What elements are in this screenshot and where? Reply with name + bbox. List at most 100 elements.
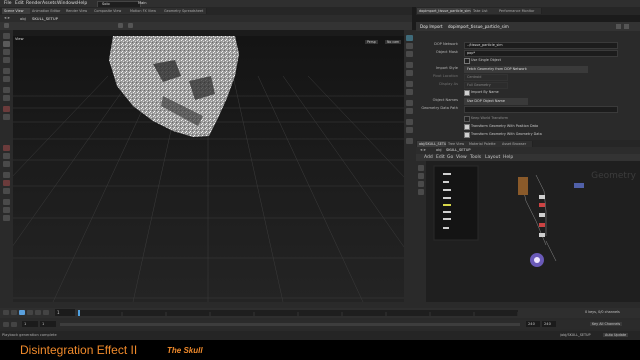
network-menu-view[interactable]: View bbox=[456, 155, 467, 160]
paint-icon[interactable] bbox=[3, 145, 10, 151]
range-end-field-2[interactable]: 240 bbox=[542, 321, 556, 327]
tab-geometry-spreadsheet[interactable]: Geometry Spreadsheet bbox=[162, 8, 207, 14]
snap-grid-icon[interactable] bbox=[3, 114, 10, 120]
output-node[interactable] bbox=[539, 233, 545, 237]
network-path-obj[interactable]: obj bbox=[436, 148, 441, 152]
display-mode-icon[interactable] bbox=[406, 35, 413, 41]
transform-position-checkbox[interactable] bbox=[464, 124, 470, 130]
tab-take-list[interactable]: Take List bbox=[471, 8, 498, 14]
menu-edit[interactable]: Edit bbox=[15, 1, 24, 6]
light-icon[interactable] bbox=[3, 172, 10, 178]
network-box[interactable] bbox=[433, 165, 479, 241]
normals-icon[interactable] bbox=[406, 70, 413, 76]
eye-icon[interactable] bbox=[3, 199, 10, 205]
record-icon[interactable] bbox=[3, 106, 10, 112]
select-tool-icon[interactable] bbox=[4, 23, 9, 28]
audio-icon[interactable] bbox=[3, 322, 9, 327]
lock-icon[interactable] bbox=[3, 215, 10, 221]
frame-ruler[interactable] bbox=[77, 310, 519, 316]
convert-node[interactable] bbox=[539, 203, 545, 207]
points-icon[interactable] bbox=[406, 62, 413, 68]
import-by-name-checkbox[interactable] bbox=[464, 90, 470, 96]
menu-windows[interactable]: Windows bbox=[57, 1, 77, 6]
range-start-field[interactable]: 1 bbox=[22, 321, 38, 327]
network-back-icon[interactable]: ◂ ▸ bbox=[420, 148, 426, 153]
tab-performance-monitor[interactable]: Performance Monitor bbox=[497, 8, 542, 14]
menu-help[interactable]: Help bbox=[77, 1, 87, 6]
select-icon[interactable] bbox=[3, 33, 10, 39]
range-end-field[interactable]: 240 bbox=[526, 321, 540, 327]
network-list-icon[interactable] bbox=[418, 189, 424, 195]
lighting-icon[interactable] bbox=[406, 81, 413, 87]
network-menu-layout[interactable]: Layout bbox=[485, 155, 500, 160]
pose-icon[interactable] bbox=[3, 76, 10, 82]
menu-assets[interactable]: Assets bbox=[42, 1, 57, 6]
network-path-node[interactable]: SKULL_SETUP bbox=[446, 148, 471, 152]
transform-geometry-checkbox[interactable] bbox=[464, 132, 470, 138]
hide-icon[interactable] bbox=[3, 207, 10, 213]
tab-animation-editor[interactable]: Animation Editor bbox=[30, 8, 65, 14]
object-names-menu[interactable]: Use DOP Object Name bbox=[464, 98, 528, 105]
dopnet-node[interactable] bbox=[518, 177, 528, 195]
ghost-icon[interactable] bbox=[406, 119, 413, 125]
display-as-menu[interactable]: Full Geometry bbox=[464, 82, 508, 89]
play-button[interactable] bbox=[19, 310, 25, 315]
tab-composite-view[interactable]: Composite View bbox=[92, 8, 129, 14]
network-menu-go[interactable]: Go bbox=[447, 155, 453, 160]
handle-icon[interactable] bbox=[3, 68, 10, 74]
node-graph[interactable]: Geometry bbox=[426, 161, 640, 302]
persp-menu[interactable]: Persp bbox=[365, 40, 378, 44]
camera-icon[interactable] bbox=[3, 180, 10, 186]
display-options-icon[interactable] bbox=[118, 23, 123, 28]
transform-node[interactable] bbox=[539, 213, 545, 217]
scale-icon[interactable] bbox=[3, 57, 10, 63]
import-style-menu[interactable]: Fetch Geometry from DOP Network bbox=[464, 66, 588, 73]
snap-icon[interactable] bbox=[128, 23, 133, 28]
network-menu-edit[interactable]: Edit bbox=[436, 155, 445, 160]
range-start-field-2[interactable]: 1 bbox=[40, 321, 56, 327]
use-single-object-checkbox[interactable] bbox=[464, 58, 470, 64]
shaded-icon[interactable] bbox=[406, 51, 413, 57]
gear-icon[interactable] bbox=[616, 24, 621, 29]
auto-update-button[interactable]: Auto Update bbox=[603, 333, 629, 337]
step-back-button[interactable] bbox=[11, 310, 17, 315]
wireframe-icon[interactable] bbox=[406, 43, 413, 49]
camera-menu[interactable]: No cam bbox=[385, 40, 402, 44]
render-icon[interactable] bbox=[3, 188, 10, 194]
dop-network-field[interactable]: ../tissue_particle_sim bbox=[464, 42, 618, 49]
shadows-icon[interactable] bbox=[406, 89, 413, 95]
guides-icon[interactable] bbox=[406, 108, 413, 114]
loop-button[interactable] bbox=[43, 310, 49, 315]
pin-icon[interactable] bbox=[406, 138, 413, 144]
merge-node[interactable] bbox=[539, 223, 545, 227]
tab-render-view[interactable]: Render View bbox=[64, 8, 93, 14]
geometry-data-path-field[interactable] bbox=[464, 106, 618, 113]
path-obj[interactable]: obj bbox=[20, 16, 26, 21]
path-node[interactable]: SKULL_SETUP bbox=[32, 16, 58, 21]
playhead[interactable] bbox=[78, 310, 80, 316]
group-icon[interactable] bbox=[3, 161, 10, 167]
key-all-channels-button[interactable]: Key All Channels bbox=[590, 322, 623, 326]
range-slider[interactable] bbox=[60, 323, 520, 326]
frame-field[interactable]: 1 bbox=[55, 309, 75, 316]
tab-scene-view[interactable]: Scene View bbox=[2, 8, 31, 14]
rotate-icon[interactable] bbox=[3, 49, 10, 55]
background-icon[interactable] bbox=[406, 100, 413, 106]
view-icon[interactable] bbox=[3, 87, 10, 93]
network-note-icon[interactable] bbox=[418, 173, 424, 179]
move-icon[interactable] bbox=[3, 41, 10, 47]
menu-file[interactable]: File bbox=[4, 1, 12, 6]
pivot-location-menu[interactable]: Centroid bbox=[464, 74, 508, 81]
layout-icon[interactable] bbox=[406, 127, 413, 133]
object-mask-field[interactable]: pop* bbox=[464, 50, 618, 57]
keep-world-transform-checkbox[interactable] bbox=[464, 116, 470, 122]
network-node-blue[interactable] bbox=[574, 183, 584, 188]
dopimport-node[interactable] bbox=[539, 195, 545, 199]
brush-icon[interactable] bbox=[3, 95, 10, 101]
go-start-button[interactable] bbox=[3, 310, 9, 315]
scene-viewport[interactable]: View Persp No cam bbox=[13, 36, 404, 302]
network-menu-help[interactable]: Help bbox=[503, 155, 513, 160]
realtime-icon[interactable] bbox=[11, 322, 17, 327]
network-menu-add[interactable]: Add bbox=[424, 155, 433, 160]
help-icon[interactable] bbox=[624, 24, 629, 29]
